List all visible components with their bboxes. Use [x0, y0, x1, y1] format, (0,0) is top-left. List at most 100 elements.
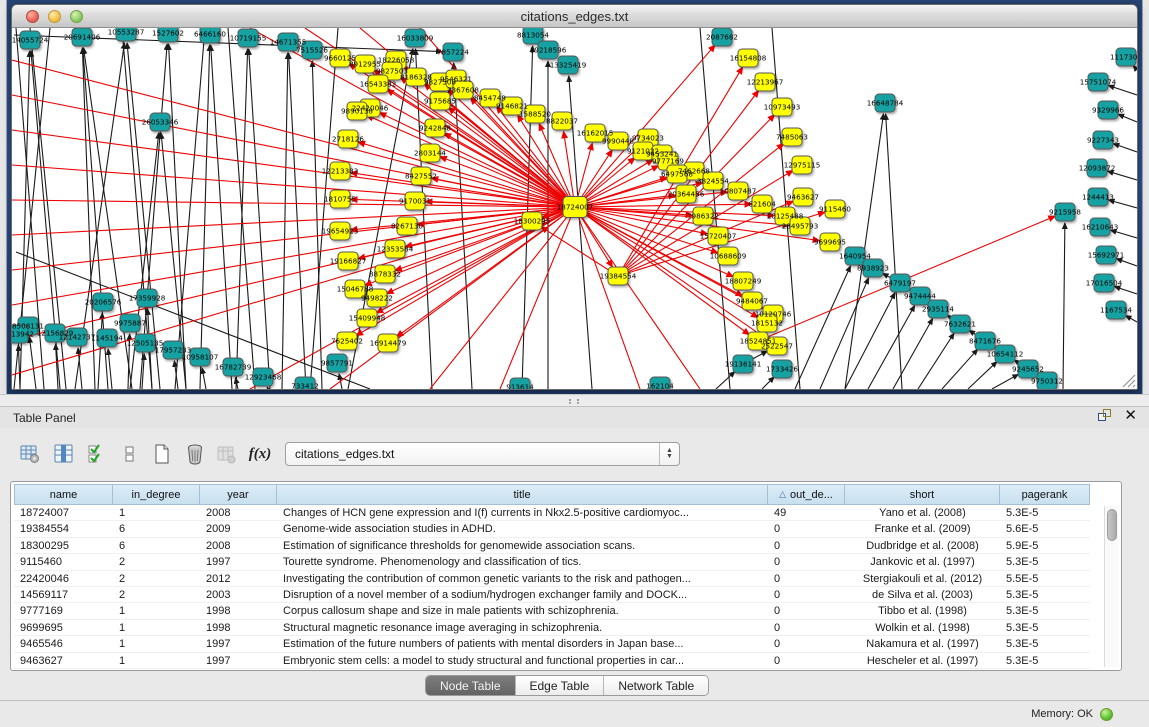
- table-cell[interactable]: Stergiakouli et al. (2012): [845, 571, 1000, 586]
- table-cell[interactable]: 18724007: [14, 505, 113, 520]
- table-cell[interactable]: 1998: [200, 603, 277, 618]
- table-cell[interactable]: Hescheler et al. (1997): [845, 653, 1000, 668]
- table-cell[interactable]: 9115460: [14, 554, 113, 569]
- table-cell[interactable]: Disruption of a novel member of a sodium…: [277, 587, 768, 602]
- tab-edge-table[interactable]: Edge Table: [515, 676, 604, 695]
- table-cell[interactable]: Genome-wide association studies in ADHD.: [277, 521, 768, 536]
- float-panel-icon[interactable]: [1098, 409, 1112, 423]
- table-row[interactable]: 2242004622012Investigating the contribut…: [14, 571, 1090, 587]
- table-cell[interactable]: Jankovic et al. (1997): [845, 554, 1000, 569]
- table-row[interactable]: 969969511998Structural magnetic resonanc…: [14, 620, 1090, 636]
- table-cell[interactable]: 1997: [200, 636, 277, 651]
- table-row[interactable]: 946554611997Estimation of the future num…: [14, 636, 1090, 652]
- table-cell[interactable]: 9465546: [14, 636, 113, 651]
- column-header-year[interactable]: year: [200, 484, 277, 505]
- column-header-name[interactable]: name: [14, 484, 113, 505]
- table-cell[interactable]: Tourette syndrome. Phenomenology and cla…: [277, 554, 768, 569]
- table-cell[interactable]: Estimation of the future numbers of pati…: [277, 636, 768, 651]
- table-cell[interactable]: 0: [768, 636, 845, 651]
- table-cell[interactable]: 5.9E-5: [1000, 538, 1090, 553]
- table-cell[interactable]: 5.3E-5: [1000, 505, 1090, 520]
- table-cell[interactable]: Corpus callosum shape and size in male p…: [277, 603, 768, 618]
- scrollbar-thumb[interactable]: [1107, 509, 1117, 541]
- function-builder-icon[interactable]: f(x): [248, 442, 272, 466]
- table-cell[interactable]: 9777169: [14, 603, 113, 618]
- tab-node-table[interactable]: Node Table: [426, 676, 515, 695]
- table-row[interactable]: 1938455462009Genome-wide association stu…: [14, 521, 1090, 537]
- table-cell[interactable]: Franke et al. (2009): [845, 521, 1000, 536]
- table-cell[interactable]: 0: [768, 587, 845, 602]
- table-cell[interactable]: 2012: [200, 571, 277, 586]
- table-cell[interactable]: 5.3E-5: [1000, 587, 1090, 602]
- table-cell[interactable]: 1: [113, 603, 200, 618]
- table-cell[interactable]: Changes of HCN gene expression and I(f) …: [277, 505, 768, 520]
- table-cell[interactable]: Yano et al. (2008): [845, 505, 1000, 520]
- table-cell[interactable]: 1: [113, 653, 200, 668]
- table-cell[interactable]: 2009: [200, 521, 277, 536]
- table-cell[interactable]: Estimation of significance thresholds fo…: [277, 538, 768, 553]
- table-cell[interactable]: 22420046: [14, 571, 113, 586]
- table-cell[interactable]: 2: [113, 571, 200, 586]
- table-cell[interactable]: 0: [768, 538, 845, 553]
- column-header-short[interactable]: short: [845, 484, 1000, 505]
- column-header-out_de[interactable]: △out_de...: [768, 484, 845, 505]
- table-cell[interactable]: 1: [113, 620, 200, 635]
- network-window-titlebar[interactable]: citations_edges.txt: [12, 5, 1137, 28]
- column-select-icon[interactable]: [52, 442, 76, 466]
- table-cell[interactable]: 2003: [200, 587, 277, 602]
- column-header-title[interactable]: title: [277, 484, 768, 505]
- table-cell[interactable]: 2008: [200, 505, 277, 520]
- table-cell[interactable]: Wolkin et al. (1998): [845, 620, 1000, 635]
- row-select-icon[interactable]: [85, 442, 109, 466]
- table-cell[interactable]: 1: [113, 505, 200, 520]
- table-row[interactable]: 1456911722003Disruption of a novel membe…: [14, 587, 1090, 603]
- table-cell[interactable]: 1998: [200, 620, 277, 635]
- table-cell[interactable]: 5.3E-5: [1000, 554, 1090, 569]
- table-cell[interactable]: 1997: [200, 653, 277, 668]
- table-cell[interactable]: Nakamura et al. (1997): [845, 636, 1000, 651]
- delete-table-icon[interactable]: [183, 442, 207, 466]
- column-header-in_degree[interactable]: in_degree: [113, 484, 200, 505]
- table-cell[interactable]: 1997: [200, 554, 277, 569]
- table-cell[interactable]: 9699695: [14, 620, 113, 635]
- table-cell[interactable]: 6: [113, 538, 200, 553]
- new-table-icon[interactable]: [150, 442, 174, 466]
- panel-splitter[interactable]: [0, 394, 1149, 407]
- table-cell[interactable]: Investigating the contribution of common…: [277, 571, 768, 586]
- table-row[interactable]: 1830029562008Estimation of significance …: [14, 538, 1090, 554]
- table-select-dropdown[interactable]: citations_edges.txt ▲▼: [285, 442, 680, 466]
- table-cell[interactable]: 0: [768, 620, 845, 635]
- table-cell[interactable]: 5.3E-5: [1000, 653, 1090, 668]
- table-cell[interactable]: 0: [768, 554, 845, 569]
- table-cell[interactable]: 18300295: [14, 538, 113, 553]
- table-cell[interactable]: 2: [113, 554, 200, 569]
- table-cell[interactable]: de Silva et al. (2003): [845, 587, 1000, 602]
- table-settings-icon[interactable]: [18, 442, 42, 466]
- column-header-pagerank[interactable]: pagerank: [1000, 484, 1090, 505]
- table-cell[interactable]: Tibbo et al. (1998): [845, 603, 1000, 618]
- table-cell[interactable]: 14569117: [14, 587, 113, 602]
- table-cell[interactable]: 19384554: [14, 521, 113, 536]
- table-cell[interactable]: 2: [113, 587, 200, 602]
- cells-icon[interactable]: [118, 442, 142, 466]
- table-row[interactable]: 977716911998Corpus callosum shape and si…: [14, 603, 1090, 619]
- table-cell[interactable]: 5.3E-5: [1000, 603, 1090, 618]
- table-cell[interactable]: Dudbridge et al. (2008): [845, 538, 1000, 553]
- table-cell[interactable]: 5.5E-5: [1000, 571, 1090, 586]
- table-row[interactable]: 1872400712008Changes of HCN gene express…: [14, 505, 1090, 521]
- network-view[interactable]: 1405572420691406105532871527602646616010…: [12, 28, 1137, 389]
- table-cell[interactable]: 9463627: [14, 653, 113, 668]
- table-cell[interactable]: 0: [768, 571, 845, 586]
- network-canvas-svg[interactable]: 1405572420691406105532871527602646616010…: [12, 28, 1137, 389]
- dropdown-stepper-icon[interactable]: ▲▼: [659, 443, 679, 465]
- table-cell[interactable]: 5.3E-5: [1000, 620, 1090, 635]
- table-cell[interactable]: 5.6E-5: [1000, 521, 1090, 536]
- table-cell[interactable]: 6: [113, 521, 200, 536]
- network-edge[interactable]: [267, 387, 268, 389]
- table-row[interactable]: 911546021997Tourette syndrome. Phenomeno…: [14, 554, 1090, 570]
- table-cell[interactable]: Structural magnetic resonance image aver…: [277, 620, 768, 635]
- table-cell[interactable]: 0: [768, 653, 845, 668]
- table-cell[interactable]: 1: [113, 636, 200, 651]
- table-cell[interactable]: 0: [768, 521, 845, 536]
- splitter-grip-icon[interactable]: [569, 399, 579, 404]
